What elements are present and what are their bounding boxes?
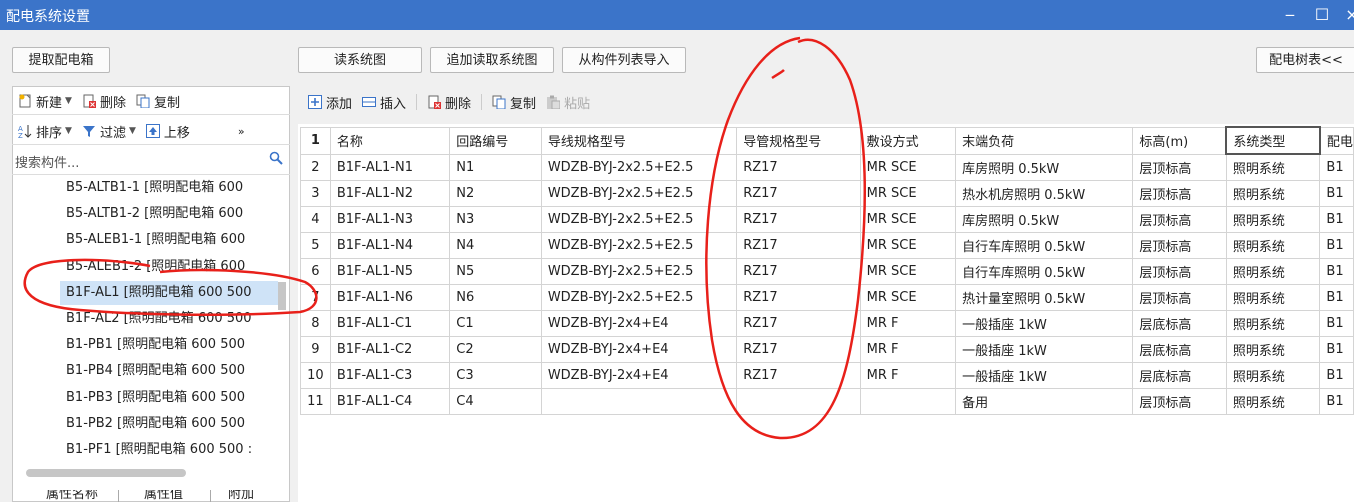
annotation-arrow-mark [771,69,785,80]
red-annotation-overlay [23,36,866,440]
annotation-circle-table [705,36,866,440]
annotation-circle-tree [23,258,318,317]
